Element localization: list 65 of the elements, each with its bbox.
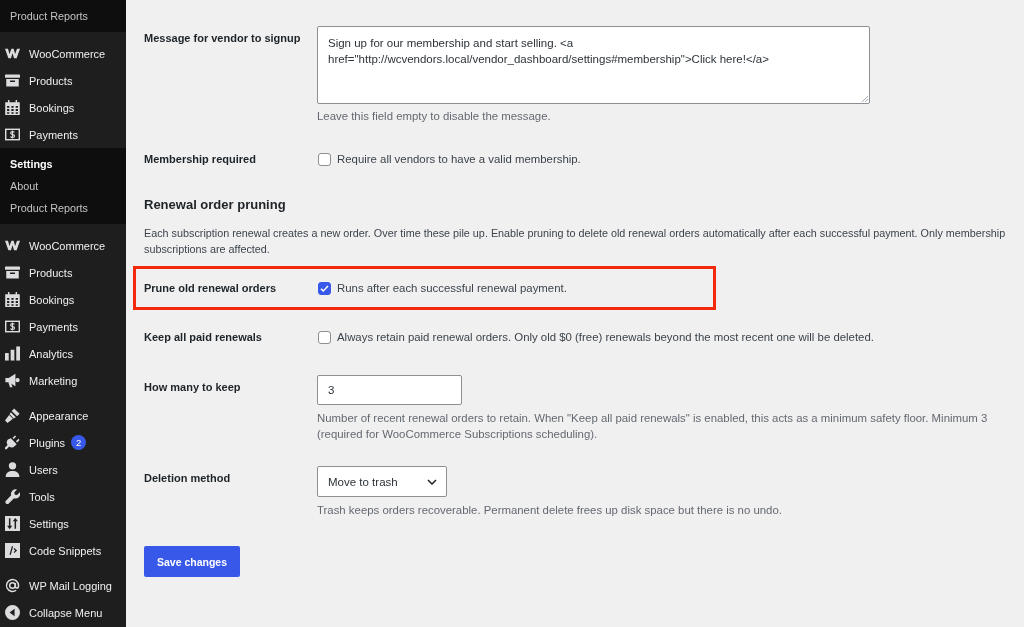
menu-item[interactable]: Code Snippets [0, 537, 126, 564]
field-label: Deletion method [144, 471, 232, 486]
menu-item[interactable]: Settings [0, 510, 126, 537]
save-button[interactable]: Save changes [144, 546, 241, 577]
field-description: Trash keeps orders recoverable. Permanent delete frees up disk space but there is no undo. [317, 503, 783, 518]
section-description: Each subscription renewal creates a new order. Over time these pile up. Enable pruning to delete old renewal orders automatically after each successful payment. Only membership subscriptions are affected. [144, 226, 1007, 257]
chevron-down-icon [427, 478, 437, 485]
section-heading: Renewal order pruning [144, 196, 287, 214]
menu-item[interactable]: Products [0, 259, 126, 286]
menu-item[interactable]: WooCommerce [0, 232, 126, 259]
menu-item[interactable]: Payments [0, 121, 126, 148]
bar-chart-icon [5, 346, 20, 361]
w-logo-icon [5, 46, 20, 61]
user-icon [5, 462, 20, 477]
dollar-box-icon [5, 127, 20, 142]
field-description: Number of recent renewal orders to retain. When "Keep all paid renewals" is enabled, this acts as a minimum safety floor. Minimum 3 (required for WooCommerce Subscriptions scheduling). [317, 411, 989, 442]
checkmark-icon [320, 284, 329, 292]
checkbox-label: Always retain paid renewal orders. Only old $0 (free) renewals beyond the most recent one will be deleted. [337, 331, 874, 343]
field-label: How many to keep [144, 380, 242, 395]
menu-item[interactable]: Plugins 2 [0, 429, 126, 456]
paintbrush-icon [5, 408, 20, 423]
submenu-item[interactable]: Product Reports [0, 5, 126, 27]
field-label: Message for vendor to signup [144, 31, 302, 46]
message-textarea[interactable]: Sign up for our membership and start selling. <a href="http://wcvendors.local/vendor_dashboard/settings#membership">Click here!</a> [317, 26, 870, 104]
dollar-box-icon [5, 319, 20, 334]
menu-item[interactable]: Collapse Menu [0, 599, 126, 626]
calendar-icon [5, 292, 20, 307]
submenu-item[interactable]: Product Reports [0, 197, 126, 219]
field-label: Membership required [144, 152, 257, 167]
submenu-item[interactable]: About [0, 175, 126, 197]
menu-item[interactable]: Analytics [0, 340, 126, 367]
menu-item[interactable]: Users [0, 456, 126, 483]
w-logo-icon [5, 238, 20, 253]
submenu-item[interactable]: Settings [0, 153, 126, 175]
collapse-arrow-icon [5, 605, 20, 620]
menu-item[interactable]: Products [0, 67, 126, 94]
code-icon [5, 543, 20, 558]
checkbox-label: Runs after each successful renewal payment. [337, 282, 567, 294]
field-description: Leave this field empty to disable the message. [317, 109, 552, 124]
menu-item[interactable]: Bookings [0, 286, 126, 313]
dropdown-select[interactable]: Move to trash [317, 466, 447, 497]
at-sign-icon [5, 578, 20, 593]
field-label: Keep all paid renewals [144, 330, 263, 345]
checkbox[interactable] [318, 281, 331, 295]
checkbox[interactable] [318, 330, 331, 344]
checkbox-label: Require all vendors to have a valid membership. [337, 153, 581, 165]
plug-icon [5, 435, 20, 450]
count-badge: 2 [71, 435, 87, 450]
field-label: Prune old renewal orders [144, 281, 278, 296]
menu-item[interactable]: Bookings [0, 94, 126, 121]
checkbox[interactable] [318, 152, 331, 166]
menu-item[interactable]: Marketing [0, 367, 126, 394]
resize-handle-icon [861, 95, 868, 102]
menu-item[interactable]: WooCommerce [0, 40, 126, 67]
menu-item[interactable]: WP Mail Logging [0, 572, 126, 599]
archive-box-icon [5, 73, 20, 88]
menu-item[interactable]: Appearance [0, 402, 126, 429]
wrench-icon [5, 489, 20, 504]
number-input[interactable]: 3 [317, 375, 462, 405]
menu-item[interactable]: Tools [0, 483, 126, 510]
archive-box-icon [5, 265, 20, 280]
megaphone-icon [5, 373, 20, 388]
menu-item[interactable]: Payments [0, 313, 126, 340]
sliders-icon [5, 516, 20, 531]
calendar-icon [5, 100, 20, 115]
